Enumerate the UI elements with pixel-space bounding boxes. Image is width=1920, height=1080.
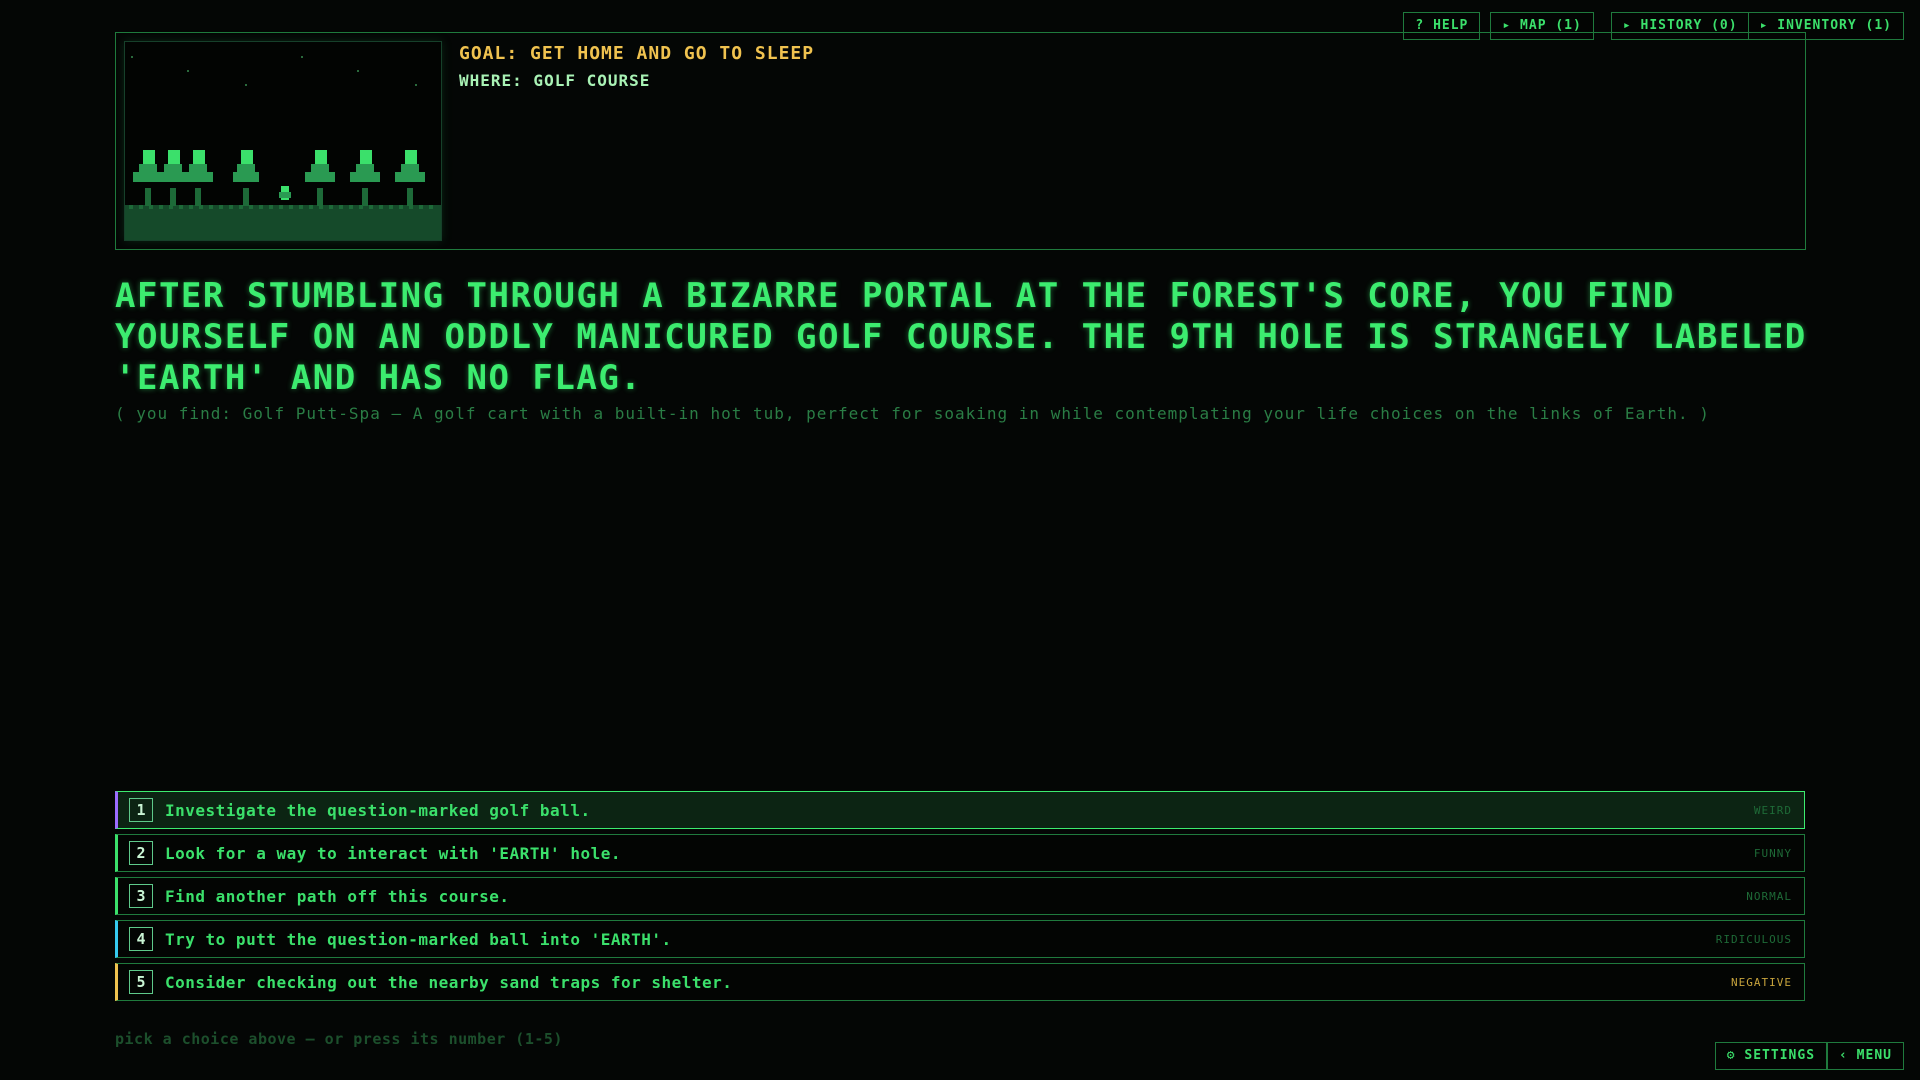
choice-2[interactable]: 2 Look for a way to interact with 'EARTH…: [115, 834, 1805, 872]
choice-tag: WEIRD: [1753, 803, 1792, 817]
choice-number: 2: [129, 841, 153, 865]
scene-panel: GOAL: GET HOME AND GO TO SLEEP WHERE: GO…: [115, 32, 1806, 250]
choice-number: 4: [129, 927, 153, 951]
settings-button[interactable]: ⚙ SETTINGS: [1714, 1042, 1828, 1070]
choice-4[interactable]: 4 Try to putt the question-marked ball i…: [115, 920, 1805, 958]
choice-text: Look for a way to interact with 'EARTH' …: [165, 843, 621, 863]
choice-text: Try to putt the question-marked ball int…: [165, 929, 672, 949]
bottom-nav: ⚙ SETTINGS ‹ MENU: [1714, 1042, 1904, 1070]
location-text: WHERE: GOLF COURSE: [459, 71, 651, 90]
choice-number: 3: [129, 884, 153, 908]
choice-number: 5: [129, 970, 153, 994]
menu-button[interactable]: ‹ MENU: [1827, 1042, 1904, 1070]
story-narrative: AFTER STUMBLING THROUGH A BIZARRE PORTAL…: [115, 276, 1807, 398]
choice-tag: NEGATIVE: [1731, 975, 1792, 989]
choice-tag: RIDICULOUS: [1715, 932, 1792, 946]
choice-list: 1 Investigate the question-marked golf b…: [115, 791, 1805, 1006]
choice-number: 1: [129, 798, 153, 822]
choice-text: Find another path off this course.: [165, 886, 510, 906]
choice-text: Investigate the question-marked golf bal…: [165, 800, 591, 820]
choice-tag: FUNNY: [1753, 846, 1792, 860]
choice-1[interactable]: 1 Investigate the question-marked golf b…: [115, 791, 1805, 829]
choice-5[interactable]: 5 Consider checking out the nearby sand …: [115, 963, 1805, 1001]
choice-tag: NORMAL: [1746, 889, 1792, 903]
choice-text: Consider checking out the nearby sand tr…: [165, 972, 733, 992]
goal-text: GOAL: GET HOME AND GO TO SLEEP: [459, 43, 815, 64]
found-item-text: ( you find: Golf Putt-Spa — A golf cart …: [115, 404, 1710, 423]
choice-3[interactable]: 3 Find another path off this course. NOR…: [115, 877, 1805, 915]
input-hint: pick a choice above — or press its numbe…: [115, 1030, 563, 1048]
golf-course-pixel-art: [125, 42, 441, 240]
scene-illustration: [124, 41, 442, 241]
